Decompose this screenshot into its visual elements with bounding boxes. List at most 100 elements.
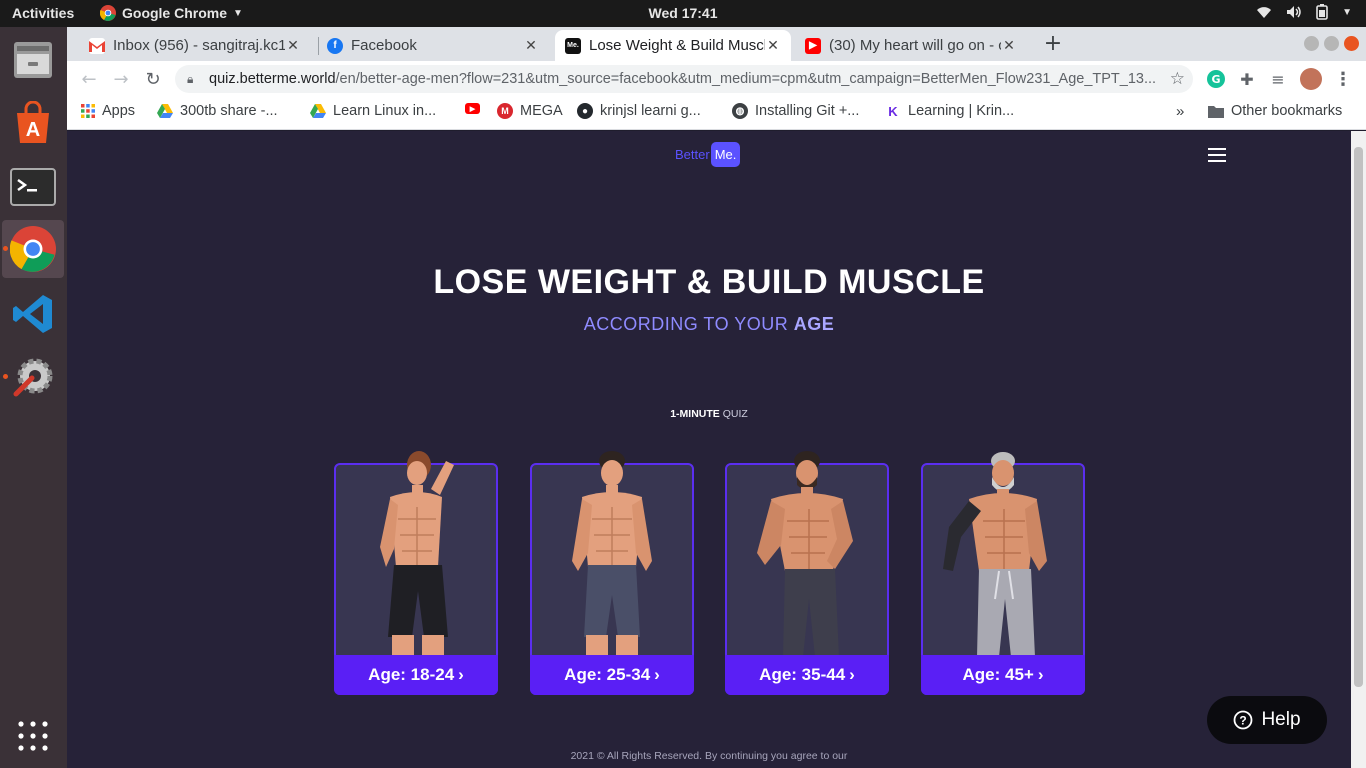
files-launcher[interactable] <box>2 31 64 89</box>
reload-button[interactable]: ↻ <box>141 67 165 91</box>
bookmark-label: Installing Git +... <box>755 103 860 119</box>
bookmark-label: Other bookmarks <box>1231 103 1343 119</box>
google-drive-icon <box>310 104 326 118</box>
more-bookmarks-chevron-icon[interactable]: » <box>1176 103 1184 120</box>
tab-gmail[interactable]: Inbox (956) - sangitraj.kc1 ✕ <box>79 30 311 61</box>
page-scrollbar[interactable] <box>1351 131 1366 768</box>
terminal-launcher[interactable] <box>2 158 64 216</box>
age-label: Age: 45+ <box>962 665 1034 684</box>
age-label: Age: 25-34 <box>564 665 651 684</box>
age-button-45-plus[interactable]: Age: 45+ › <box>921 655 1085 695</box>
quiz-duration: 1-MINUTE <box>670 408 720 420</box>
bookmark-installing-git[interactable]: ◍ Installing Git +... <box>732 103 859 119</box>
quiz-label: 1-MINUTE QUIZ <box>67 408 1351 420</box>
age-card-25-34[interactable]: Age: 25-34 › <box>530 451 694 695</box>
tab-facebook[interactable]: f Facebook ✕ <box>317 30 549 61</box>
system-top-bar: Activities Google Chrome ▼ Wed 17:41 ▼ <box>0 0 1366 27</box>
bookmark-label: krinjsl learni g... <box>600 103 701 119</box>
extensions-puzzle-icon[interactable]: ✚ <box>1235 67 1259 91</box>
age-button-25-34[interactable]: Age: 25-34 › <box>530 655 694 695</box>
browser-toolbar: ← → ↻ 🔒︎ quiz.betterme.world/en/better-a… <box>67 61 1366 97</box>
scrollbar-thumb[interactable] <box>1354 147 1363 687</box>
bookmark-label: 300tb share -... <box>180 103 278 119</box>
help-button[interactable]: ? Help <box>1207 696 1327 744</box>
man-figure-illustration <box>572 451 652 657</box>
hamburger-menu-icon[interactable] <box>1208 148 1226 162</box>
bookmark-300tb[interactable]: 300tb share -... <box>157 103 278 119</box>
bookmark-label: MEGA <box>520 103 563 119</box>
bookmark-github[interactable]: ● krinjsl learni g... <box>577 103 701 119</box>
bookmark-star-icon[interactable]: ☆ <box>1170 65 1185 93</box>
github-icon: ● <box>577 103 593 119</box>
subtitle-emphasis: AGE <box>793 314 835 334</box>
forward-button[interactable]: → <box>109 67 133 91</box>
vscode-launcher[interactable] <box>2 285 64 343</box>
age-card-35-44[interactable]: Age: 35-44 › <box>725 451 889 695</box>
show-applications-button[interactable] <box>2 707 64 765</box>
tab-title: Lose Weight & Build Muscle <box>589 37 765 54</box>
settings-launcher[interactable] <box>2 348 64 406</box>
age-card-45-plus[interactable]: Age: 45+ › <box>921 452 1085 695</box>
close-icon[interactable]: ✕ <box>765 37 781 54</box>
svg-text:?: ? <box>1240 714 1247 728</box>
close-window-button[interactable] <box>1344 36 1359 51</box>
gmail-icon <box>89 37 105 54</box>
google-drive-icon <box>157 104 173 118</box>
man-figure-illustration <box>757 451 853 657</box>
age-button-18-24[interactable]: Age: 18-24 › <box>334 655 498 695</box>
grammarly-extension-button[interactable]: G <box>1204 67 1228 91</box>
mega-icon: M <box>497 103 513 119</box>
vscode-icon <box>13 295 52 333</box>
age-card-18-24[interactable]: Age: 18-24 › <box>334 451 498 695</box>
other-bookmarks[interactable]: Other bookmarks <box>1208 103 1342 119</box>
footer-text: 2021 © All Rights Reserved. By continuin… <box>570 750 848 762</box>
chrome-launcher[interactable] <box>2 220 64 278</box>
clock[interactable]: Wed 17:41 <box>0 5 1366 21</box>
software-bag-icon: A <box>17 101 49 143</box>
terminal-icon <box>10 168 56 206</box>
close-icon[interactable]: ✕ <box>1001 37 1017 54</box>
running-indicator <box>3 246 8 251</box>
url-host: quiz.betterme.world <box>209 71 336 87</box>
chevron-right-icon: › <box>849 665 855 684</box>
close-icon[interactable]: ✕ <box>285 37 301 54</box>
address-bar[interactable]: 🔒︎ quiz.betterme.world/en/better-age-men… <box>175 65 1193 93</box>
profile-avatar[interactable] <box>1299 67 1323 91</box>
youtube-icon: ▶ <box>465 103 480 114</box>
tab-betterme[interactable]: Me. Lose Weight & Build Muscle ✕ <box>555 30 791 61</box>
bookmark-krinjsl[interactable]: K Learning | Krin... <box>885 103 1014 119</box>
media-queue-icon[interactable]: ≡ <box>1266 67 1290 91</box>
subtitle-text: ACCORDING TO YOUR <box>583 314 794 334</box>
globe-icon: ◍ <box>732 103 748 119</box>
tab-title: Facebook <box>351 37 417 54</box>
web-page: Better Me. LOSE WEIGHT & BUILD MUSCLE AC… <box>67 131 1351 768</box>
close-icon[interactable]: ✕ <box>523 37 539 54</box>
system-tray[interactable]: ▼ <box>1256 4 1352 20</box>
running-indicator <box>3 374 8 379</box>
betterme-logo[interactable]: Better Me. <box>675 142 741 167</box>
bookmark-mega[interactable]: M MEGA <box>497 103 563 119</box>
battery-icon <box>1316 4 1328 20</box>
maximize-button[interactable] <box>1324 36 1339 51</box>
man-figure-illustration <box>380 451 454 657</box>
bookmark-youtube[interactable]: ▶ <box>465 103 487 114</box>
age-button-35-44[interactable]: Age: 35-44 › <box>725 655 889 695</box>
lock-icon[interactable]: 🔒︎ <box>187 65 193 93</box>
page-subtitle: ACCORDING TO YOUR AGE <box>67 314 1351 335</box>
help-label: Help <box>1261 709 1301 730</box>
bookmark-label: Learn Linux in... <box>333 103 437 119</box>
bookmark-apps[interactable]: Apps <box>81 103 135 119</box>
software-launcher[interactable]: A <box>2 94 64 152</box>
back-button[interactable]: ← <box>77 67 101 91</box>
file-cabinet-icon <box>14 42 52 78</box>
bookmark-learn-linux[interactable]: Learn Linux in... <box>310 103 436 119</box>
tab-youtube[interactable]: ▶ (30) My heart will go on - c ✕ <box>795 30 1027 61</box>
minimize-button[interactable] <box>1304 36 1319 51</box>
bookmarks-bar: Apps 300tb share -... Learn Linux in... … <box>67 97 1366 130</box>
new-tab-button[interactable]: + <box>1041 31 1065 56</box>
url-path: /en/better-age-men?flow=231&utm_source=f… <box>335 71 1157 87</box>
age-label: Age: 35-44 <box>759 665 846 684</box>
menu-kebab-icon[interactable]: ⋮ <box>1331 67 1355 91</box>
chevron-right-icon: › <box>654 665 660 684</box>
krinjsl-icon: K <box>885 103 901 119</box>
